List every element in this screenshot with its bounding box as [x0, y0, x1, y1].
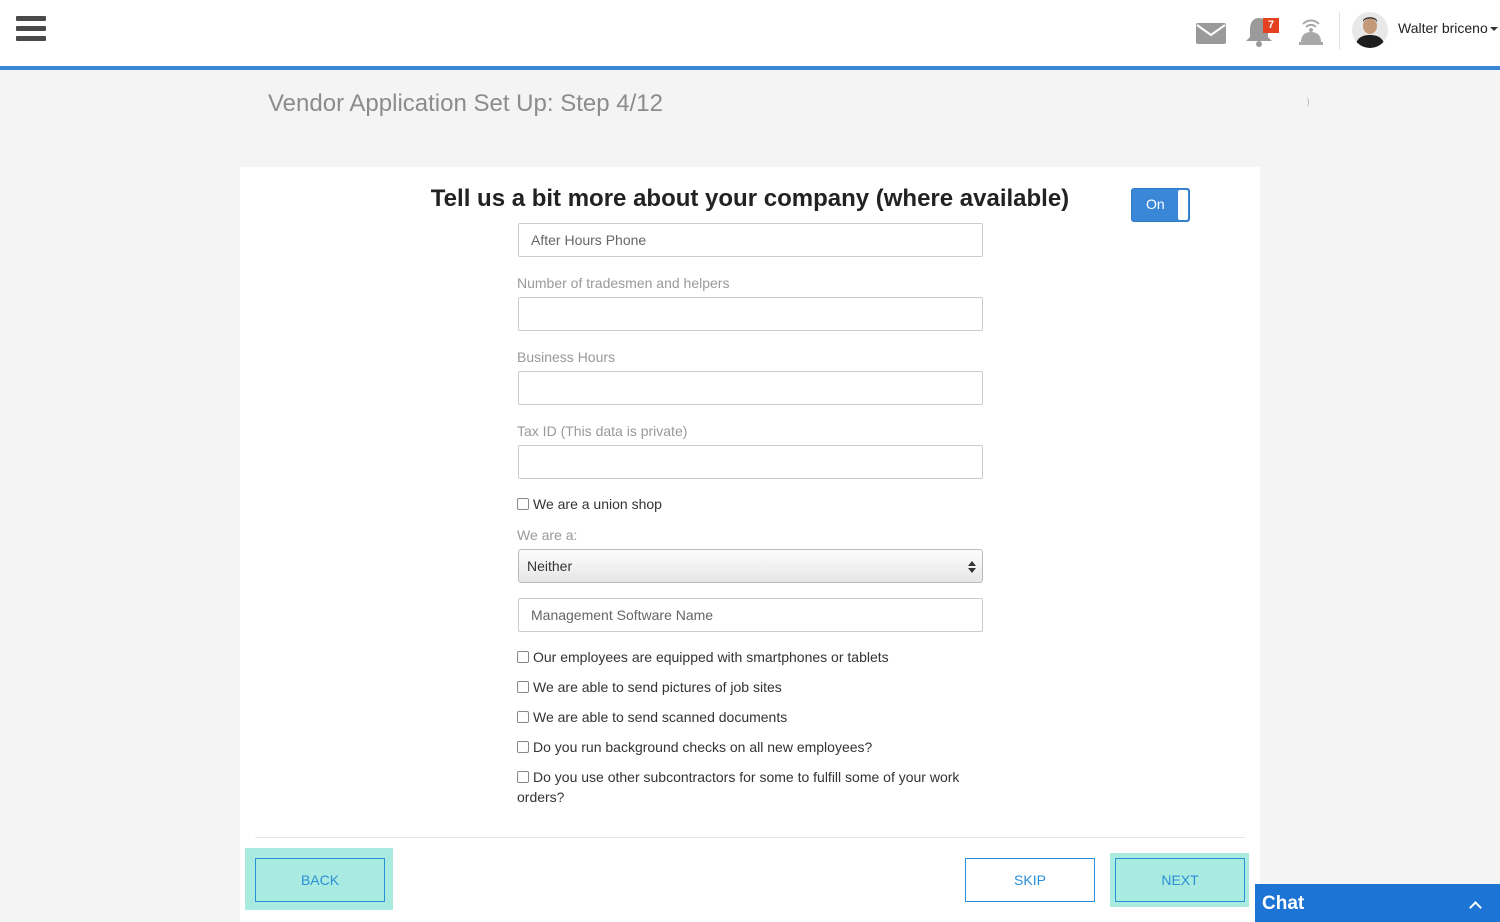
next-button[interactable]: NEXT	[1115, 858, 1245, 902]
back-button[interactable]: BACK	[255, 858, 385, 902]
on-off-toggle[interactable]: On	[1131, 188, 1190, 222]
form-heading: Tell us a bit more about your company (w…	[430, 185, 1070, 212]
menu-icon[interactable]	[16, 16, 46, 46]
nav-accent-line	[0, 66, 1500, 70]
chat-widget[interactable]: Chat	[1255, 884, 1500, 922]
tradesmen-input[interactable]	[518, 297, 983, 331]
footer-divider	[255, 837, 1245, 838]
chat-label: Chat	[1262, 893, 1305, 914]
smartphones-checkbox[interactable]	[517, 651, 529, 663]
background-checks-checkbox[interactable]	[517, 741, 529, 753]
checkbox-label: We are able to send pictures of job site…	[533, 679, 782, 695]
spinner-icon	[1305, 97, 1309, 107]
mail-icon[interactable]	[1195, 20, 1229, 54]
form-card	[240, 167, 1260, 922]
top-navbar: 7 Walter briceno	[0, 0, 1500, 66]
vendor-type-value: Neither	[527, 558, 573, 574]
nav-divider	[1339, 12, 1340, 50]
user-name-menu[interactable]: Walter briceno	[1398, 20, 1488, 36]
tax-id-input[interactable]	[518, 445, 983, 479]
union-shop-checkbox[interactable]	[517, 498, 529, 510]
checkbox-row-background[interactable]: Do you run background checks on all new …	[517, 737, 987, 757]
business-hours-input[interactable]	[518, 371, 983, 405]
checkbox-row-pictures[interactable]: We are able to send pictures of job site…	[517, 677, 987, 697]
checkbox-row-subcontractors[interactable]: Do you use other subcontractors for some…	[517, 767, 987, 807]
checkbox-label: Do you run background checks on all new …	[533, 739, 873, 755]
vendor-type-select[interactable]: Neither	[518, 549, 983, 583]
chevron-down-icon[interactable]	[1490, 27, 1498, 31]
checkbox-label: We are able to send scanned documents	[533, 709, 788, 725]
business-hours-label: Business Hours	[517, 349, 616, 365]
broadcast-icon[interactable]	[1294, 14, 1328, 48]
scanned-docs-checkbox[interactable]	[517, 711, 529, 723]
union-shop-row[interactable]: We are a union shop	[517, 494, 987, 514]
management-software-input[interactable]	[518, 598, 983, 632]
avatar[interactable]	[1352, 12, 1388, 48]
skip-button[interactable]: SKIP	[965, 858, 1095, 902]
pictures-checkbox[interactable]	[517, 681, 529, 693]
after-hours-phone-input[interactable]	[518, 223, 983, 257]
union-shop-label: We are a union shop	[533, 496, 662, 512]
checkbox-row-smartphones[interactable]: Our employees are equipped with smartpho…	[517, 647, 987, 667]
tax-id-label: Tax ID (This data is private)	[517, 423, 688, 439]
checkbox-row-scanned[interactable]: We are able to send scanned documents	[517, 707, 987, 727]
select-arrows-icon	[968, 561, 976, 573]
checkbox-label: Do you use other subcontractors for some…	[517, 769, 960, 805]
notification-badge: 7	[1263, 18, 1279, 33]
page-title: Vendor Application Set Up: Step 4/12	[268, 90, 663, 117]
tradesmen-label: Number of tradesmen and helpers	[517, 275, 730, 291]
chevron-up-icon[interactable]	[1469, 901, 1482, 914]
we-are-label: We are a:	[517, 527, 578, 543]
toggle-label: On	[1146, 196, 1165, 212]
checkbox-label: Our employees are equipped with smartpho…	[533, 649, 889, 665]
subcontractors-checkbox[interactable]	[517, 771, 529, 783]
toggle-knob[interactable]	[1178, 190, 1188, 220]
